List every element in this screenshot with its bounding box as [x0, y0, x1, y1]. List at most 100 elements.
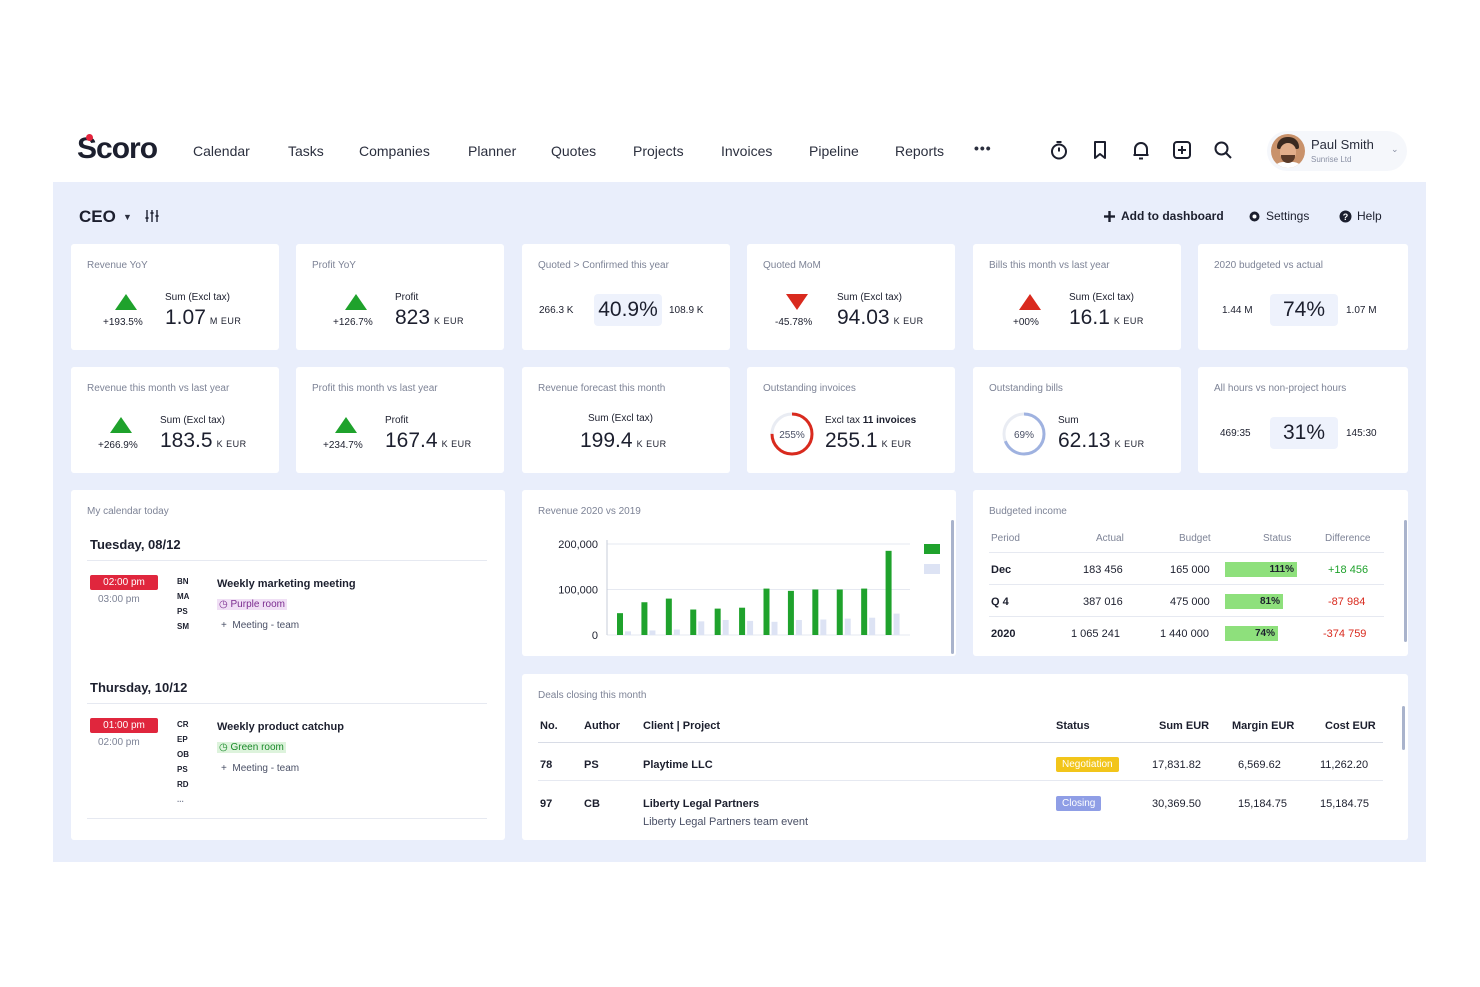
- kpi-left-value: 1.44 M: [1222, 305, 1253, 316]
- bar: [836, 589, 843, 635]
- table-cell: 183 456: [1083, 564, 1123, 576]
- kpi-card-hours[interactable]: All hours vs non-project hours 469:35 31…: [1198, 367, 1408, 473]
- kpi-card-revenue-month[interactable]: Revenue this month vs last year +266.9% …: [71, 367, 279, 473]
- user-menu[interactable]: Paul Smith Sunrise Ltd ⌄: [1267, 131, 1407, 171]
- bar: [861, 588, 868, 635]
- kpi-ratio: 74%: [1270, 294, 1338, 326]
- nav-pipeline[interactable]: Pipeline: [809, 143, 859, 159]
- nav-reports[interactable]: Reports: [895, 143, 944, 159]
- status-bar: 81%: [1225, 594, 1283, 609]
- deal-client-link[interactable]: Liberty Legal Partners: [643, 798, 759, 810]
- bar: [893, 613, 900, 635]
- kpi-title: Outstanding bills: [989, 383, 1063, 394]
- kpi-label: Sum: [1058, 415, 1079, 426]
- bar: [763, 588, 770, 635]
- kpi-card-outstanding-invoices[interactable]: Outstanding invoices 255% Excl tax 11 in…: [747, 367, 955, 473]
- calendar-day-heading: Tuesday, 08/12: [90, 537, 181, 552]
- nav-planner[interactable]: Planner: [468, 143, 516, 159]
- kpi-card-budgeted-actual[interactable]: 2020 budgeted vs actual 1.44 M 74% 1.07 …: [1198, 244, 1408, 350]
- divider: [87, 560, 487, 561]
- scoro-logo[interactable]: Scoro: [77, 132, 158, 166]
- plus-icon: [1104, 210, 1115, 222]
- kpi-label: Sum (Excl tax): [160, 415, 226, 426]
- help-button[interactable]: ? Help: [1339, 209, 1382, 223]
- table-cell: +18 456: [1328, 564, 1369, 576]
- trend-up-icon: [335, 417, 357, 433]
- nav-tasks[interactable]: Tasks: [288, 143, 324, 159]
- kpi-card-revenue-yoy[interactable]: Revenue YoY +193.5% Sum (Excl tax) 1.07 M…: [71, 244, 279, 350]
- kpi-title: Revenue forecast this month: [538, 383, 666, 394]
- add-to-dashboard-button[interactable]: Add to dashboard: [1103, 209, 1224, 223]
- settings-button[interactable]: Settings: [1248, 209, 1309, 223]
- dashboard-dropdown-icon[interactable]: ▼: [123, 212, 132, 222]
- deal-project-link[interactable]: Liberty Legal Partners team event: [643, 816, 808, 828]
- kpi-value: 1.07 M EUR: [165, 306, 242, 329]
- kpi-card-revenue-forecast[interactable]: Revenue forecast this month Sum (Excl ta…: [522, 367, 730, 473]
- event-title[interactable]: Weekly marketing meeting: [217, 578, 356, 590]
- kpi-card-profit-month[interactable]: Profit this month vs last year +234.7% P…: [296, 367, 504, 473]
- timer-icon[interactable]: [1048, 139, 1070, 161]
- bar: [722, 619, 729, 635]
- event-title[interactable]: Weekly product catchup: [217, 721, 344, 733]
- legend-swatch: [924, 544, 940, 554]
- table-cell: CB: [584, 798, 600, 810]
- bar: [771, 621, 778, 635]
- add-box-icon[interactable]: [1171, 139, 1193, 161]
- legend-swatch: [924, 564, 940, 574]
- kpi-label: Sum (Excl tax): [588, 413, 654, 424]
- bar: [747, 620, 754, 635]
- table-cell: 6,569.62: [1238, 759, 1281, 771]
- column-header: Budget: [1179, 533, 1211, 544]
- logo-dot: [86, 134, 93, 141]
- kpi-label: Profit: [395, 292, 419, 303]
- bell-icon[interactable]: [1130, 139, 1152, 161]
- kpi-card-quoted-confirmed[interactable]: Quoted > Confirmed this year 266.3 K 40.…: [522, 244, 730, 350]
- bar: [673, 629, 680, 635]
- settings-label: Settings: [1266, 209, 1310, 223]
- bookmark-icon[interactable]: [1089, 139, 1111, 161]
- kpi-value: 94.03 K EUR: [837, 306, 924, 329]
- nav-companies[interactable]: Companies: [359, 143, 430, 159]
- nav-quotes[interactable]: Quotes: [551, 143, 596, 159]
- nav-projects[interactable]: Projects: [633, 143, 684, 159]
- divider: [538, 780, 1383, 781]
- kpi-title: Outstanding invoices: [763, 383, 856, 394]
- divider: [87, 818, 487, 819]
- event-type: + Meeting - team: [221, 763, 300, 774]
- revenue-bar-chart: 200,000 100,000 0: [558, 539, 940, 642]
- gear-icon: [1249, 211, 1260, 221]
- bar: [869, 617, 876, 635]
- bar: [795, 619, 802, 635]
- progress-ring: 69%: [1002, 412, 1046, 456]
- kpi-right-value: 108.9 K: [669, 305, 704, 316]
- kpi-card-bills-month[interactable]: Bills this month vs last year +00% Sum (…: [973, 244, 1181, 350]
- nav-calendar[interactable]: Calendar: [193, 143, 250, 159]
- kpi-card-profit-yoy[interactable]: Profit YoY +126.7% Profit 823 K EUR: [296, 244, 504, 350]
- scrollbar[interactable]: [1404, 520, 1407, 642]
- trend-down-icon: [786, 294, 808, 310]
- trend-up-icon: [1019, 294, 1041, 310]
- scrollbar[interactable]: [1402, 706, 1405, 750]
- kpi-left-value: 469:35: [1220, 428, 1251, 439]
- table-cell: 1 065 241: [1071, 628, 1120, 640]
- kpi-ratio: 40.9%: [594, 294, 662, 326]
- nav-more[interactable]: •••: [974, 140, 992, 156]
- column-header: Author: [584, 720, 621, 732]
- table-cell: -87 984: [1328, 596, 1366, 608]
- kpi-card-outstanding-bills[interactable]: Outstanding bills 69% Sum 62.13 K EUR: [973, 367, 1181, 473]
- column-header: Period: [991, 533, 1020, 544]
- kpi-card-quoted-mom[interactable]: Quoted MoM -45.78% Sum (Excl tax) 94.03 K…: [747, 244, 955, 350]
- deal-client-link[interactable]: Playtime LLC: [643, 759, 713, 771]
- filter-sliders-icon[interactable]: [143, 208, 161, 224]
- dashboard-title[interactable]: CEO: [79, 207, 116, 227]
- table-cell: 11,262.20: [1320, 759, 1369, 771]
- user-company: Sunrise Ltd: [1311, 155, 1352, 164]
- scrollbar[interactable]: [951, 520, 954, 654]
- kpi-left-value: 266.3 K: [539, 305, 574, 316]
- bar: [617, 613, 623, 635]
- kpi-title: All hours vs non-project hours: [1214, 383, 1347, 394]
- nav-invoices[interactable]: Invoices: [721, 143, 772, 159]
- search-icon[interactable]: [1212, 139, 1234, 161]
- event-room: ◷ Green room: [217, 742, 286, 753]
- kpi-value: 199.4 K EUR: [580, 429, 667, 452]
